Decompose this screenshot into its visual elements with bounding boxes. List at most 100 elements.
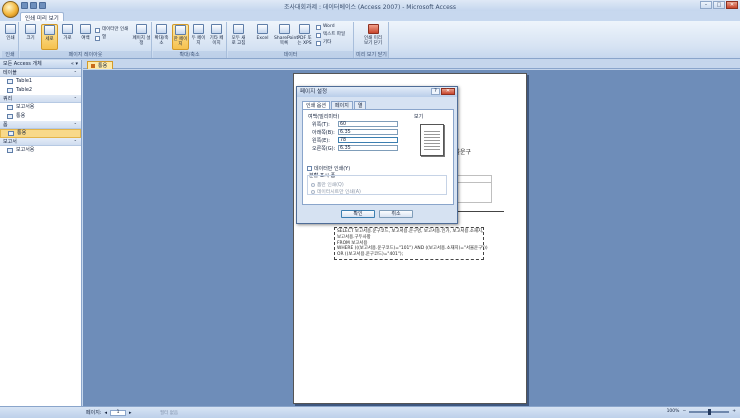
sharepoint-icon bbox=[278, 24, 290, 34]
sql-line: SELECT 보고서용.운구코드, 보고서용.운구명, 보고서용.인가, 보고서… bbox=[337, 229, 484, 234]
excel-label: Excel bbox=[256, 36, 269, 41]
next-page-icon[interactable]: ▸ bbox=[129, 410, 132, 416]
nav-section-reports[interactable]: 보고서 ⌃ bbox=[0, 138, 81, 146]
close-preview-button[interactable]: 인쇄 미리 보기 닫기 bbox=[362, 24, 384, 50]
sql-line: OR ((보고서용.운구코드)="401"); bbox=[337, 252, 404, 258]
radio-datasheet-only[interactable]: 데이터시트만 인쇄(A) bbox=[311, 188, 361, 195]
zoom-in-icon[interactable]: + bbox=[732, 409, 736, 414]
nav-section-title: 폼 bbox=[3, 122, 8, 128]
top-margin-field[interactable]: 60 bbox=[338, 121, 398, 127]
zoom-label: 확대/축소 bbox=[154, 36, 169, 46]
more-label: 기타 bbox=[323, 40, 332, 45]
two-pages-icon bbox=[193, 24, 204, 34]
nav-item-table1[interactable]: Table1 bbox=[0, 77, 81, 86]
nav-item-table2[interactable]: Table2 bbox=[0, 86, 81, 95]
radio-form-only[interactable]: 폼만 인쇄(Q) bbox=[311, 181, 344, 188]
portrait-button[interactable]: 세로 bbox=[41, 24, 58, 50]
page-setup-button[interactable]: 페이지 설정 bbox=[132, 24, 151, 50]
word-export-button[interactable]: Word bbox=[316, 24, 335, 30]
filter-status[interactable]: 필터 없음 bbox=[160, 410, 178, 416]
group-label-print: 인쇄 bbox=[2, 51, 18, 58]
one-page-button[interactable]: 한 페이지 bbox=[172, 24, 189, 50]
sharepoint-label: SharePoint 목록 bbox=[274, 36, 299, 46]
top-margin-label: 위쪽(T): bbox=[312, 122, 330, 128]
navigation-pane: 모든 Access 개체 « ▾ 테이블 ⌃ Table1 Table2 쿼리 ⌃ … bbox=[0, 60, 82, 412]
more-icon bbox=[316, 40, 321, 46]
dialog-title-bar[interactable]: 페이지 설정 ? ✕ bbox=[297, 87, 457, 97]
left-margin-field[interactable]: 78 bbox=[338, 137, 398, 143]
print-data-only-check[interactable]: 데이터만 인쇄(Y) bbox=[307, 165, 350, 172]
columns-icon bbox=[95, 35, 100, 41]
tab-columns[interactable]: 열 bbox=[353, 101, 367, 109]
document-tab[interactable]: 통용 bbox=[87, 61, 114, 69]
print-data-only-checkbox[interactable]: 데이터만 인쇄 bbox=[95, 27, 128, 33]
tab-print-preview[interactable]: 인쇄 미리 보기 bbox=[20, 12, 64, 22]
nav-item-label: Table1 bbox=[16, 78, 33, 84]
radio-icon bbox=[311, 189, 315, 194]
nav-section-tables[interactable]: 테이블 ⌃ bbox=[0, 69, 81, 77]
ribbon-group-print: 인쇄 인쇄 bbox=[2, 22, 19, 58]
query-icon bbox=[7, 105, 13, 110]
page-setup-dialog: 페이지 설정 ? ✕ 인쇄 옵션 페이지 열 여백(밀리미터) 위쪽(T): 6… bbox=[296, 86, 458, 224]
chevron-up-icon: ⌃ bbox=[73, 122, 77, 127]
radio-datasheet-only-label: 데이터시트만 인쇄(A) bbox=[317, 190, 361, 195]
zoom-out-icon[interactable]: − bbox=[682, 409, 686, 414]
landscape-icon bbox=[62, 24, 73, 34]
zoom-button[interactable]: 확대/축소 bbox=[153, 24, 170, 50]
page-setup-label: 페이지 설정 bbox=[132, 36, 151, 46]
margins-button[interactable]: 여백 bbox=[77, 24, 94, 50]
excel-icon bbox=[257, 24, 268, 34]
radio-icon bbox=[311, 182, 315, 187]
maximize-button[interactable]: □ bbox=[713, 1, 725, 9]
page-number-field[interactable]: 1 bbox=[110, 409, 127, 416]
tab-page[interactable]: 페이지 bbox=[331, 101, 353, 109]
landscape-button[interactable]: 가로 bbox=[59, 24, 76, 50]
columns-button[interactable]: 열 bbox=[95, 35, 106, 41]
excel-export-button[interactable]: Excel bbox=[254, 24, 271, 50]
close-button[interactable]: ✕ bbox=[726, 1, 738, 9]
cancel-button[interactable]: 취소 bbox=[379, 210, 413, 218]
nav-pane-collapse-icon[interactable]: « ▾ bbox=[71, 60, 78, 69]
office-button[interactable] bbox=[2, 1, 19, 18]
more-export-button[interactable]: 기타 bbox=[316, 40, 331, 46]
dialog-title: 페이지 설정 bbox=[300, 89, 328, 95]
minimize-button[interactable]: – bbox=[700, 1, 712, 9]
text-file-export-button[interactable]: 텍스트 파일 bbox=[316, 32, 345, 38]
nav-item-label: 통용 bbox=[16, 113, 26, 119]
group-label-page-layout: 페이지 레이아웃 bbox=[20, 51, 151, 58]
nav-item-query-common[interactable]: 통용 bbox=[0, 112, 81, 121]
magnifier-icon bbox=[156, 24, 167, 34]
portrait-label: 세로 bbox=[45, 37, 54, 42]
window-title: 조사대회과제 : 데이터베이스 (Access 2007) - Microsof… bbox=[283, 4, 457, 11]
title-bar: 조사대회과제 : 데이터베이스 (Access 2007) - Microsof… bbox=[0, 0, 740, 18]
report-icon bbox=[7, 148, 13, 153]
right-margin-field[interactable]: 6.35 bbox=[338, 145, 398, 151]
status-bar: 페이지: ◂ 1 ▸ 필터 없음 100% − + bbox=[0, 406, 740, 418]
nav-section-forms[interactable]: 폼 ⌃ bbox=[0, 121, 81, 129]
window-controls: – □ ✕ bbox=[700, 1, 738, 9]
nav-item-label: 보고서용 bbox=[16, 147, 35, 153]
nav-item-report[interactable]: 보고서용 bbox=[0, 146, 81, 155]
refresh-all-button[interactable]: 모두 새로 고침 bbox=[230, 24, 247, 50]
print-button[interactable]: 인쇄 bbox=[2, 24, 19, 50]
radio-form-only-label: 폼만 인쇄(Q) bbox=[317, 183, 344, 188]
sql-text-box: SELECT 보고서용.운구코드, 보고서용.운구명, 보고서용.인가, 보고서… bbox=[334, 227, 488, 260]
help-button[interactable]: ? bbox=[431, 88, 440, 95]
dialog-close-button[interactable]: ✕ bbox=[441, 88, 455, 95]
nav-section-queries[interactable]: 쿼리 ⌃ bbox=[0, 95, 81, 103]
pdf-export-button[interactable]: PDF 또는 XPS bbox=[296, 24, 313, 50]
nav-pane-header[interactable]: 모든 Access 개체 « ▾ bbox=[0, 60, 81, 69]
two-pages-button[interactable]: 두 페이지 bbox=[190, 24, 207, 50]
nav-item-query-report[interactable]: 보고서용 bbox=[0, 103, 81, 112]
more-pages-button[interactable]: 기타 페이지 bbox=[208, 24, 225, 50]
page-navigator-label: 페이지: bbox=[86, 410, 102, 416]
sharepoint-export-button[interactable]: SharePoint 목록 bbox=[274, 24, 298, 50]
bottom-margin-field[interactable]: 6.35 bbox=[338, 129, 398, 135]
zoom-slider[interactable] bbox=[689, 408, 730, 415]
first-page-icon[interactable]: ◂ bbox=[105, 410, 108, 416]
close-preview-icon bbox=[367, 24, 379, 34]
ok-button[interactable]: 확인 bbox=[341, 210, 375, 218]
nav-item-form-common[interactable]: 통용 bbox=[0, 129, 81, 138]
size-button[interactable]: 크기 bbox=[22, 24, 39, 50]
printer-icon bbox=[5, 24, 16, 34]
